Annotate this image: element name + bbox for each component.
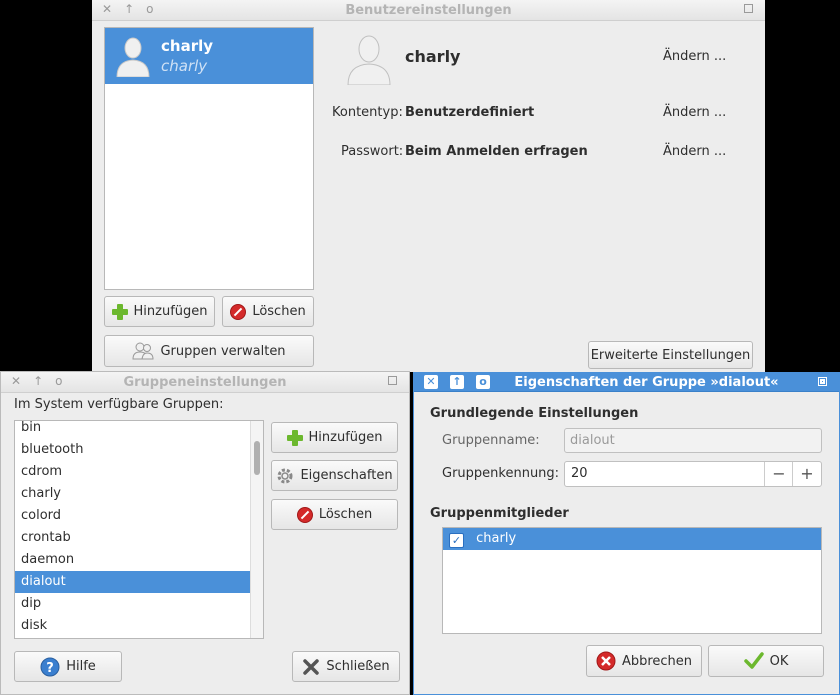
user-list-item[interactable]: charly charly — [105, 28, 313, 84]
group-name-label: Gruppenname: — [442, 433, 540, 448]
delete-icon — [296, 506, 313, 523]
add-icon — [111, 303, 128, 320]
help-icon: ? — [40, 657, 60, 676]
user-detail-avatar-icon — [347, 35, 391, 85]
delete-group-button[interactable]: Löschen — [271, 499, 398, 530]
ok-button[interactable]: OK — [708, 645, 824, 677]
password-value: Beim Anmelden erfragen — [405, 144, 588, 159]
list-item[interactable]: disk — [15, 615, 263, 637]
group-settings-titlebar: ✕ ↑ o Gruppeneinstellungen — [1, 372, 409, 393]
list-item[interactable]: colord — [15, 505, 263, 527]
list-item[interactable]: bin — [15, 421, 263, 439]
change-account-type-link[interactable]: Ändern ... — [663, 105, 726, 120]
user-settings-window: ✕ ↑ o Benutzereinstellungen charly charly … — [92, 0, 765, 372]
advanced-settings-button[interactable]: Erweiterte Einstellungen — [588, 341, 753, 369]
user-detail-name: charly — [405, 47, 461, 66]
user-list[interactable]: charly charly — [104, 27, 314, 290]
group-settings-window: ✕ ↑ o Gruppeneinstellungen Im System verfü… — [0, 371, 410, 695]
list-item[interactable]: daemon — [15, 549, 263, 571]
add-group-button[interactable]: Hinzufügen — [271, 422, 398, 453]
group-id-label: Gruppenkennung: — [442, 466, 560, 481]
member-row[interactable]: ✓ charly — [443, 528, 821, 550]
group-properties-titlebar: ✕ ↑ o Eigenschaften der Gruppe »dialout« — [414, 373, 839, 392]
cancel-button[interactable]: Abbrechen — [586, 645, 702, 677]
window-title: Eigenschaften der Gruppe »dialout« — [514, 375, 779, 390]
maximize-icon[interactable] — [744, 4, 753, 13]
group-properties-window: ✕ ↑ o Eigenschaften der Gruppe »dialout« G… — [413, 372, 840, 695]
password-label: Passwort: — [341, 144, 404, 159]
group-icon — [132, 342, 154, 360]
list-item[interactable]: cdrom — [15, 461, 263, 483]
account-type-value: Benutzerdefiniert — [405, 105, 535, 120]
close-groups-button[interactable]: Schließen — [292, 651, 400, 682]
scrollbar-thumb[interactable] — [254, 441, 260, 475]
change-name-link[interactable]: Ändern ... — [663, 49, 726, 64]
available-groups-label: Im System verfügbare Gruppen: — [14, 397, 224, 412]
group-id-value[interactable]: 20 — [571, 462, 588, 486]
maximize-icon[interactable] — [388, 376, 397, 385]
user-subtitle: charly — [161, 57, 208, 75]
list-item[interactable]: crontab — [15, 527, 263, 549]
group-properties-button[interactable]: Eigenschaften — [271, 460, 398, 491]
member-name: charly — [476, 531, 517, 546]
window-title: Gruppeneinstellungen — [123, 375, 287, 390]
add-icon — [286, 429, 303, 446]
list-item[interactable]: charly — [15, 483, 263, 505]
delete-user-button[interactable]: Löschen — [222, 296, 314, 327]
window-title: Benutzereinstellungen — [345, 3, 512, 18]
add-user-button[interactable]: Hinzufügen — [104, 296, 215, 327]
change-password-link[interactable]: Ändern ... — [663, 144, 726, 159]
members-list[interactable]: ✓ charly — [442, 527, 822, 634]
list-item[interactable]: bluetooth — [15, 439, 263, 461]
list-item-selected[interactable]: dialout — [15, 571, 251, 593]
checkmark-icon — [743, 652, 764, 669]
account-type-label: Kontentyp: — [332, 105, 403, 120]
maximize-icon[interactable] — [818, 377, 827, 386]
user-name: charly — [161, 37, 214, 55]
cancel-icon — [596, 651, 616, 671]
svg-text:?: ? — [46, 661, 54, 676]
user-settings-titlebar: ✕ ↑ o Benutzereinstellungen — [92, 0, 765, 21]
group-id-stepper[interactable]: 20 − + — [564, 461, 822, 487]
close-icon[interactable]: ✕ — [424, 375, 438, 389]
close-x-icon — [303, 658, 320, 675]
group-members-heading: Gruppenmitglieder — [430, 506, 569, 521]
increment-button[interactable]: + — [792, 462, 821, 486]
manage-groups-button[interactable]: Gruppen verwalten — [104, 335, 314, 367]
decrement-button[interactable]: − — [764, 462, 793, 486]
user-avatar-icon — [116, 37, 150, 77]
groups-list[interactable]: bin bluetooth cdrom charly colord cronta… — [14, 420, 264, 639]
help-button[interactable]: ? Hilfe — [14, 651, 122, 682]
group-name-field: dialout — [564, 428, 822, 453]
basic-settings-heading: Grundlegende Einstellungen — [430, 406, 639, 421]
delete-icon — [230, 303, 247, 320]
list-item[interactable]: dip — [15, 593, 263, 615]
gear-icon — [277, 468, 293, 483]
member-checkbox[interactable]: ✓ — [449, 533, 464, 548]
